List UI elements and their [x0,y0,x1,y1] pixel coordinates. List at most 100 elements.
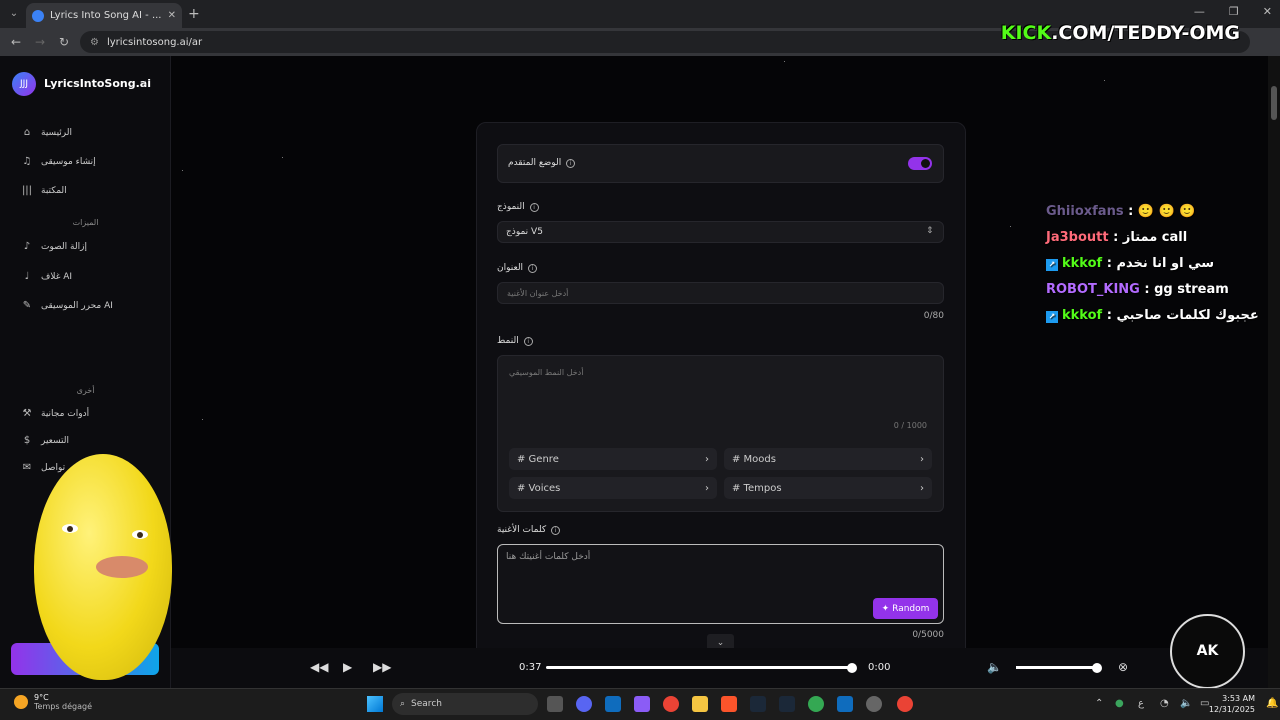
taskbar-search[interactable]: ⌕ Search [392,693,538,715]
sidebar-item-pricing[interactable]: $ التسعير [21,435,69,446]
minimize-icon[interactable]: — [1194,5,1205,18]
current-time: 0:37 [519,662,542,673]
sidebar-item-label: التسعير [41,435,70,446]
copilot-icon[interactable] [634,696,650,712]
new-tab-icon[interactable]: + [188,6,200,22]
reload-icon[interactable]: ↻ [52,35,76,49]
chrome-icon[interactable] [897,696,913,712]
sidebar-item-contact[interactable]: ✉ تواصل [21,462,65,473]
chrome-icon[interactable] [663,696,679,712]
forward-icon[interactable]: → [28,35,52,49]
volume-slider[interactable] [1016,666,1098,669]
close-tab-icon[interactable]: ✕ [168,10,176,21]
weather-widget[interactable]: 9°C Temps dégagé [14,693,92,711]
chat-message: Ghiioxfans : 🙂 🙂 🙂 [1046,204,1196,219]
advanced-mode-label: الوضع المتقدم i [508,158,576,168]
style-char-count: 0 / 1000 [893,421,927,430]
steam-icon[interactable] [779,696,795,712]
speaker-icon[interactable]: 🔈 [1180,698,1192,709]
app-icon[interactable] [866,696,882,712]
steam-icon[interactable] [750,696,766,712]
site-info-icon[interactable]: ⚙ [90,37,99,48]
home-icon: ⌂ [23,127,31,138]
info-icon[interactable]: i [551,525,561,535]
sidebar-item-ai-editor[interactable]: ✎ محرر الموسيقى AI [21,300,113,311]
progress-bar[interactable] [546,666,853,669]
maximize-icon[interactable]: ❐ [1229,5,1239,18]
wifi-icon[interactable]: ◔ [1160,698,1169,709]
sidebar-item-home[interactable]: ⌂ الرئيسية [21,127,72,138]
progress-knob[interactable] [847,663,857,673]
window-controls: — ❐ ✕ [1194,5,1272,18]
title-char-count: 0/80 [923,311,944,321]
chrome-icon[interactable] [808,696,824,712]
discord-icon[interactable] [576,696,592,712]
app-icon[interactable] [837,696,853,712]
sidebar-item-label: الرئيسية [41,127,72,138]
sidebar-item-free-tools[interactable]: ⚒ أدوات مجانية [21,408,90,419]
site-logo[interactable]: JJJ [12,72,36,96]
page-scrollbar[interactable] [1268,56,1280,688]
url-text: lyricsintosong.ai/ar [106,36,203,48]
moods-chip[interactable]: # Moods › [724,448,932,470]
info-icon[interactable]: i [528,263,538,273]
outlook-icon[interactable] [605,696,621,712]
chat-message: Ja3boutt : ممتاز call [1046,230,1188,245]
chat-username: kkkof [1062,308,1103,323]
notification-icon[interactable]: 🔔 [1266,698,1278,709]
info-icon[interactable]: i [529,202,539,212]
chat-username: Ja3boutt [1046,230,1109,245]
scrollbar-thumb[interactable] [1271,86,1277,120]
chevron-right-icon: › [705,453,709,465]
language-indicator[interactable]: ع [1138,698,1144,709]
chat-text: 🙂 🙂 🙂 [1137,204,1196,219]
chat-text: سي او انا نخدم [1116,256,1215,271]
task-view-icon[interactable] [547,696,563,712]
clock[interactable]: 3:53 AM 12/31/2025 [1209,693,1255,715]
sidebar-item-create[interactable]: ♫ إنشاء موسيقى [21,156,96,167]
library-icon: ||| [21,185,33,196]
genre-chip[interactable]: # Genre › [509,448,717,470]
fast-forward-icon[interactable]: ▶▶ [373,660,391,674]
info-icon[interactable]: i [566,158,576,168]
advanced-mode-toggle[interactable] [908,157,932,170]
tempos-chip[interactable]: # Tempos › [724,477,932,499]
model-label: النموذج i [497,202,539,212]
tab-search-icon[interactable]: ⌄ [6,6,22,22]
volume-icon[interactable]: 🔈 [987,660,1002,674]
close-player-icon[interactable]: ⊗ [1118,660,1128,674]
random-lyrics-button[interactable]: ✦ Random [873,598,938,619]
chat-text: عجبوك لكلمات صاحبي [1116,308,1259,323]
file-explorer-icon[interactable] [692,696,708,712]
sidebar-item-vocal-remover[interactable]: ♪ إزالة الصوت [21,241,87,252]
cover-icon: ♩ [24,271,30,282]
chevron-right-icon: › [920,482,924,494]
model-select[interactable] [497,221,944,243]
sidebar-item-ai-cover[interactable]: ♩ غلاف AI [21,271,72,282]
brand-name[interactable]: LyricsIntoSong.ai [44,77,151,90]
chevron-right-icon: › [920,453,924,465]
status-icon[interactable]: ● [1115,698,1124,709]
rewind-icon[interactable]: ◀◀ [310,660,328,674]
voices-chip[interactable]: # Voices › [509,477,717,499]
info-icon[interactable]: i [523,336,533,346]
brave-icon[interactable] [721,696,737,712]
eagle-logo-overlay: AK [1170,614,1245,689]
sidebar-item-library[interactable]: ||| المكتبة [21,185,67,196]
search-icon: ⌕ [400,699,406,709]
play-icon[interactable]: ▶ [343,660,352,674]
chat-username: kkkof [1062,256,1103,271]
browser-tab[interactable]: Lyrics Into Song AI - ...بر الإنترنت ✕ [26,3,182,28]
back-icon[interactable]: ← [4,35,28,49]
chat-badge-icon: ↗ [1046,311,1058,323]
chat-badge-icon: ↗ [1046,259,1058,271]
chat-message: ↗ kkkof : سي او انا نخدم [1046,256,1214,271]
start-button[interactable] [367,696,383,712]
model-select-value: نموذج V5 [506,227,543,237]
collapse-sidebar-icon[interactable]: ‹ [142,76,146,89]
sidebar-item-label: إنشاء موسيقى [41,156,96,167]
chevron-right-icon: › [705,482,709,494]
chevron-up-icon[interactable]: ⌃ [1095,698,1103,709]
volume-knob[interactable] [1092,663,1102,673]
close-window-icon[interactable]: ✕ [1263,5,1272,18]
